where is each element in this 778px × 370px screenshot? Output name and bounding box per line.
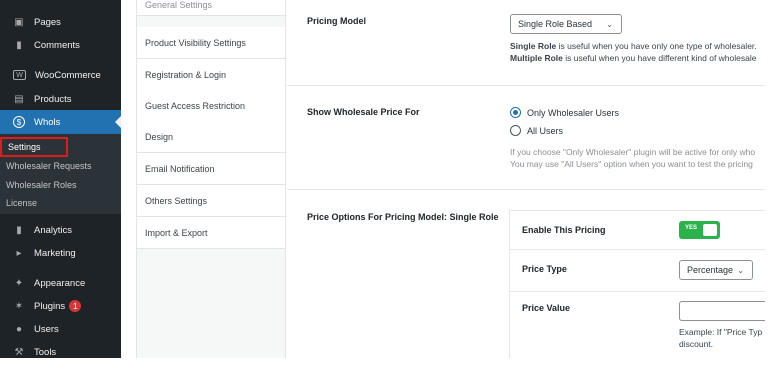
menu-item-comments[interactable]: ▮ Comments <box>0 34 121 56</box>
price-type-value: Percentage <box>687 265 734 275</box>
admin-sidebar: ▣ Pages ▮ Comments W WooCommerce ▤ Produ… <box>0 0 121 358</box>
pages-icon: ▣ <box>14 16 24 28</box>
show-price-help-2: You may use "All Users" option when you … <box>510 159 753 169</box>
price-options-box: Enable This Pricing YES Price Type Perce… <box>509 210 765 358</box>
tab-product-visibility-settings[interactable]: Product Visibility Settings <box>137 27 285 59</box>
pricing-model-select[interactable]: Single Role Based ⌄ <box>510 14 622 34</box>
toggle-yes-text: YES <box>685 225 698 231</box>
wrench-icon: ⚒ <box>14 346 24 358</box>
megaphone-icon: ▸ <box>16 247 22 259</box>
tab-general-settings[interactable]: General Settings <box>137 0 285 16</box>
chevron-down-icon: ⌄ <box>737 266 744 275</box>
woocommerce-icon: W <box>13 70 26 80</box>
pricing-model-value: Single Role Based <box>518 19 593 29</box>
menu-item-products[interactable]: ▤ Products <box>0 88 121 110</box>
menu-item-pages[interactable]: ▣ Pages <box>0 11 121 33</box>
menu-item-plugins[interactable]: ✶ Plugins 1 <box>0 295 121 317</box>
price-type-label: Price Type <box>522 264 567 274</box>
price-value-help-1: Example: If "Price Typ <box>679 327 763 337</box>
menu-item-appearance[interactable]: ✦ Appearance <box>0 272 121 294</box>
menu-item-tools[interactable]: ⚒ Tools <box>0 341 121 358</box>
chevron-down-icon: ⌄ <box>606 20 613 29</box>
pricing-model-help-multiple: Multiple Role is useful when you have di… <box>510 53 757 63</box>
tab-email-notification[interactable]: Email Notification <box>137 153 285 185</box>
price-value-help-2: discount. <box>679 339 714 349</box>
menu-item-woocommerce[interactable]: W WooCommerce <box>0 64 121 86</box>
comments-icon: ▮ <box>16 39 22 51</box>
brush-icon: ✦ <box>14 277 24 289</box>
menu-item-whols[interactable]: $ Whols <box>0 110 121 134</box>
products-icon: ▤ <box>14 93 24 105</box>
submenu-wholesaler-requests[interactable]: Wholesaler Requests <box>6 159 92 173</box>
menu-item-marketing[interactable]: ▸ Marketing <box>0 242 121 264</box>
pricing-model-help-single: Single Role is useful when you have only… <box>510 41 757 51</box>
price-type-select[interactable]: Percentage ⌄ <box>679 260 753 280</box>
section-divider <box>287 189 765 190</box>
tab-guest-access-restriction[interactable]: Guest Access Restriction <box>137 90 285 122</box>
analytics-icon: ▮ <box>16 224 22 236</box>
submenu-license[interactable]: License <box>6 196 37 210</box>
menu-item-users[interactable]: ● Users <box>0 318 121 340</box>
price-value-label: Price Value <box>522 303 571 313</box>
pricing-model-label: Pricing Model <box>307 16 367 26</box>
tab-registration-login[interactable]: Registration & Login <box>137 59 285 91</box>
radio-only-wholesaler-users[interactable]: Only Wholesaler Users <box>510 107 619 118</box>
current-menu-arrow <box>115 116 121 128</box>
submenu-wholesaler-roles[interactable]: Wholesaler Roles <box>6 178 77 192</box>
option-divider <box>510 249 765 250</box>
toggle-knob <box>703 224 717 236</box>
option-divider <box>510 291 765 292</box>
plugins-update-badge: 1 <box>69 300 82 312</box>
plug-icon: ✶ <box>14 300 24 312</box>
radio-all-users[interactable]: All Users <box>510 125 563 136</box>
price-options-label: Price Options For Pricing Model: Single … <box>307 212 499 222</box>
section-divider <box>287 85 765 86</box>
show-price-for-label: Show Wholesale Price For <box>307 107 420 117</box>
settings-panel: Pricing Model Single Role Based ⌄ Single… <box>287 0 765 358</box>
dollar-icon: $ <box>13 116 25 128</box>
tab-others-settings[interactable]: Others Settings <box>137 185 285 217</box>
show-price-help-1: If you choose "Only Wholesaler" plugin w… <box>510 147 756 157</box>
price-value-input[interactable] <box>679 301 765 321</box>
radio-checked-icon <box>510 107 521 118</box>
radio-unchecked-icon <box>510 125 521 136</box>
user-icon: ● <box>15 323 23 335</box>
enable-pricing-label: Enable This Pricing <box>522 225 606 235</box>
menu-item-analytics[interactable]: ▮ Analytics <box>0 219 121 241</box>
submenu-settings[interactable]: Settings <box>0 137 68 157</box>
tab-design[interactable]: Design <box>137 121 285 153</box>
tab-import-export[interactable]: Import & Export <box>137 217 285 249</box>
settings-tabs: General Settings Product Visibility Sett… <box>136 0 286 358</box>
whols-submenu: Settings Wholesaler Requests Wholesaler … <box>0 134 121 214</box>
enable-pricing-toggle[interactable]: YES <box>679 221 720 239</box>
